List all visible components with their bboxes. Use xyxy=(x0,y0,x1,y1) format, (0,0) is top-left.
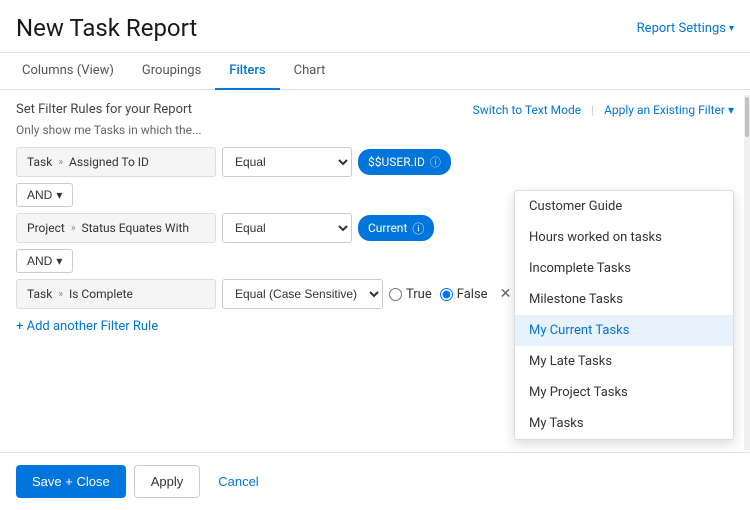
footer: Save + Close Apply Cancel xyxy=(0,452,750,510)
chevron-down-icon: ▾ xyxy=(728,103,734,117)
dropdown-item-my-current-tasks[interactable]: My Current Tasks xyxy=(515,315,733,346)
switch-text-mode-button[interactable]: Switch to Text Mode xyxy=(473,103,582,117)
arrow-icon-2: » xyxy=(71,223,76,234)
filter-subtitle: Only show me Tasks in which the... xyxy=(16,123,734,137)
filter-row-1: Task » Assigned To ID Equal Not Equal $$… xyxy=(16,147,734,177)
apply-existing-filter-button[interactable]: Apply an Existing Filter ▾ xyxy=(604,103,734,117)
chevron-down-icon-and1: ▾ xyxy=(56,188,62,202)
header: New Task Report Report Settings ▾ xyxy=(0,0,750,53)
radio-true-label[interactable]: True xyxy=(389,287,432,302)
and-button-2[interactable]: AND ▾ xyxy=(16,249,73,273)
radio-group-true-false: True False ✕ xyxy=(389,286,511,302)
info-icon-2: ⓘ xyxy=(412,220,424,237)
radio-true-input[interactable] xyxy=(389,288,402,301)
dropdown-item-my-project-tasks[interactable]: My Project Tasks xyxy=(515,377,733,408)
tab-columns[interactable]: Columns (View) xyxy=(8,53,128,90)
filter-field-2: Project » Status Equates With xyxy=(16,213,216,243)
page-title: New Task Report xyxy=(16,14,197,42)
radio-false-label[interactable]: False xyxy=(440,287,488,302)
scrollbar[interactable] xyxy=(744,95,750,450)
dropdown-item-my-late-tasks[interactable]: My Late Tasks xyxy=(515,346,733,377)
main-content: Set Filter Rules for your Report Switch … xyxy=(0,90,750,346)
tab-chart[interactable]: Chart xyxy=(280,53,340,90)
separator: | xyxy=(591,103,594,117)
filter-value-badge-2[interactable]: Current ⓘ xyxy=(358,215,434,241)
tabs-bar: Columns (View) Groupings Filters Chart xyxy=(0,53,750,90)
and-button-1[interactable]: AND ▾ xyxy=(16,183,73,207)
filter-field-complete-label: Is Complete xyxy=(69,287,133,301)
filter-field-task2-label: Task xyxy=(27,287,52,301)
dropdown-item-hours-worked[interactable]: Hours worked on tasks xyxy=(515,222,733,253)
filter-field-3: Task » Is Complete xyxy=(16,279,216,309)
filter-header-actions: Switch to Text Mode | Apply an Existing … xyxy=(473,103,734,117)
filter-badge-label-2: Current xyxy=(368,221,407,235)
filter-operator-3[interactable]: Equal (Case Sensitive) Equal xyxy=(222,279,383,309)
radio-false-input[interactable] xyxy=(440,288,453,301)
filter-header: Set Filter Rules for your Report Switch … xyxy=(16,102,734,117)
dropdown-item-my-tasks[interactable]: My Tasks xyxy=(515,408,733,439)
report-settings-button[interactable]: Report Settings ▾ xyxy=(637,21,734,36)
tab-filters[interactable]: Filters xyxy=(215,53,279,90)
filter-badge-label-1: $$USER.ID xyxy=(368,155,425,169)
filter-field-1: Task » Assigned To ID xyxy=(16,147,216,177)
dropdown-item-customer-guide[interactable]: Customer Guide xyxy=(515,191,733,222)
filter-operator-1[interactable]: Equal Not Equal xyxy=(222,147,352,177)
chevron-down-icon: ▾ xyxy=(729,23,734,34)
scroll-thumb xyxy=(745,97,749,137)
save-close-button[interactable]: Save + Close xyxy=(16,465,126,498)
filter-field-status-label: Status Equates With xyxy=(82,221,190,235)
radio-true-text: True xyxy=(406,287,432,302)
report-settings-label: Report Settings xyxy=(637,21,726,36)
dropdown-item-incomplete-tasks[interactable]: Incomplete Tasks xyxy=(515,253,733,284)
filter-field-project-label: Project xyxy=(27,221,65,235)
close-filter-3-button[interactable]: ✕ xyxy=(500,286,512,302)
radio-false-text: False xyxy=(457,287,488,302)
filter-field-task-label: Task xyxy=(27,155,52,169)
arrow-icon-3: » xyxy=(58,289,63,300)
filter-field-assigned-label: Assigned To ID xyxy=(69,155,149,169)
existing-filter-dropdown: Customer Guide Hours worked on tasks Inc… xyxy=(514,190,734,440)
filter-section-label: Set Filter Rules for your Report xyxy=(16,102,192,117)
filter-operator-2[interactable]: Equal Not Equal xyxy=(222,213,352,243)
dropdown-item-milestone-tasks[interactable]: Milestone Tasks xyxy=(515,284,733,315)
info-icon-1: ⓘ xyxy=(430,154,441,170)
chevron-down-icon-and2: ▾ xyxy=(56,254,62,268)
cancel-button[interactable]: Cancel xyxy=(208,465,268,498)
apply-button[interactable]: Apply xyxy=(134,465,201,498)
arrow-icon-1: » xyxy=(58,157,63,168)
tab-groupings[interactable]: Groupings xyxy=(128,53,215,90)
filter-value-badge-1[interactable]: $$USER.ID ⓘ xyxy=(358,149,451,175)
